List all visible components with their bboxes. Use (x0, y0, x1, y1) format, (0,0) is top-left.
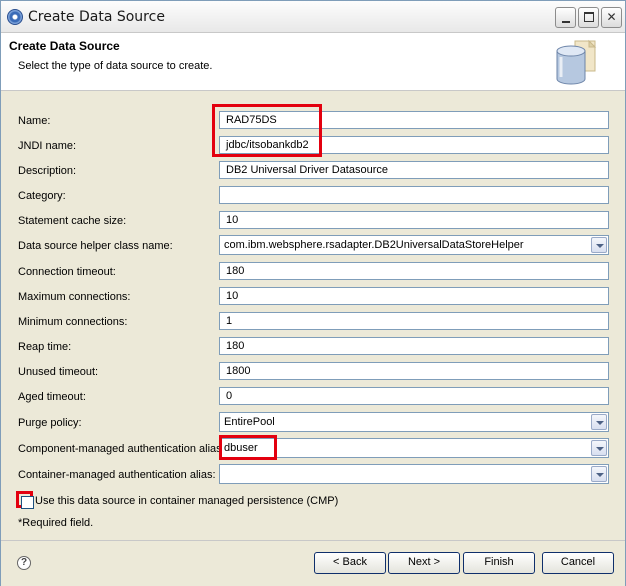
create-data-source-dialog: Create Data Source ✕ Create Data Source … (0, 0, 626, 586)
chevron-down-icon[interactable] (591, 237, 607, 253)
cmp-checkbox-label[interactable]: Use this data source in container manage… (35, 495, 338, 507)
required-field-note: *Required field. (18, 517, 94, 529)
minimum-connections-field[interactable]: 1 (219, 312, 609, 330)
category-label: Category: (18, 190, 66, 202)
component-auth-alias-dropdown[interactable]: dbuser (219, 438, 609, 458)
name-label: Name: (18, 115, 51, 127)
chevron-down-icon[interactable] (591, 414, 607, 430)
purge-policy-label: Purge policy: (18, 417, 82, 429)
close-button[interactable]: ✕ (601, 7, 622, 28)
maximize-button[interactable] (578, 7, 599, 28)
purge-policy-dropdown[interactable]: EntirePool (219, 412, 609, 432)
purge-policy-value: EntirePool (224, 416, 275, 428)
title-bar[interactable]: Create Data Source ✕ (1, 1, 625, 33)
description-field[interactable]: DB2 Universal Driver Datasource (219, 161, 609, 179)
minimize-icon (562, 21, 570, 23)
cmp-checkbox[interactable] (21, 496, 34, 509)
maximum-connections-label: Maximum connections: (18, 291, 131, 303)
reap-time-field[interactable]: 180 (219, 337, 609, 355)
help-icon[interactable]: ? (17, 556, 31, 570)
connection-timeout-field[interactable]: 180 (219, 262, 609, 280)
container-auth-alias-label: Container-managed authentication alias: (18, 469, 216, 481)
jndi-name-label: JNDI name: (18, 140, 77, 152)
chevron-down-icon[interactable] (591, 466, 607, 482)
helper-class-label: Data source helper class name: (18, 240, 173, 252)
finish-button[interactable]: Finish (463, 552, 535, 574)
maximum-connections-field[interactable]: 10 (219, 287, 609, 305)
wizard-header: Create Data Source Select the type of da… (1, 33, 625, 91)
name-jndi-highlight (212, 104, 322, 157)
minimize-button[interactable] (555, 7, 576, 28)
connection-timeout-label: Connection timeout: (18, 266, 116, 278)
page-title: Create Data Source (9, 39, 120, 53)
aged-timeout-label: Aged timeout: (18, 391, 86, 403)
chevron-down-icon[interactable] (591, 440, 607, 456)
statement-cache-size-field[interactable]: 10 (219, 211, 609, 229)
back-button[interactable]: < Back (314, 552, 386, 574)
reap-time-label: Reap time: (18, 341, 72, 353)
auth-alias-highlight (219, 435, 277, 460)
helper-class-value: com.ibm.websphere.rsadapter.DB2Universal… (224, 239, 524, 251)
unused-timeout-label: Unused timeout: (18, 366, 99, 378)
maximize-icon (584, 12, 594, 22)
category-field[interactable] (219, 186, 609, 204)
close-icon: ✕ (606, 10, 617, 24)
cancel-button[interactable]: Cancel (542, 552, 614, 574)
component-auth-alias-label: Component-managed authentication alias: (18, 443, 225, 455)
database-icon (556, 39, 597, 85)
statement-cache-size-label: Statement cache size: (18, 215, 127, 227)
container-auth-alias-dropdown[interactable] (219, 464, 609, 484)
next-button[interactable]: Next > (388, 552, 460, 574)
aged-timeout-field[interactable]: 0 (219, 387, 609, 405)
form-area: Name: RAD75DS JNDI name: jdbc/itsobankdb… (1, 92, 625, 540)
description-label: Description: (18, 165, 77, 177)
page-description: Select the type of data source to create… (18, 60, 213, 72)
helper-class-dropdown[interactable]: com.ibm.websphere.rsadapter.DB2Universal… (219, 235, 609, 255)
eclipse-icon (7, 9, 23, 25)
wizard-footer: ? < Back Next > Finish Cancel (1, 540, 625, 586)
unused-timeout-field[interactable]: 1800 (219, 362, 609, 380)
minimum-connections-label: Minimum connections: (18, 316, 128, 328)
window-title: Create Data Source (28, 9, 165, 25)
